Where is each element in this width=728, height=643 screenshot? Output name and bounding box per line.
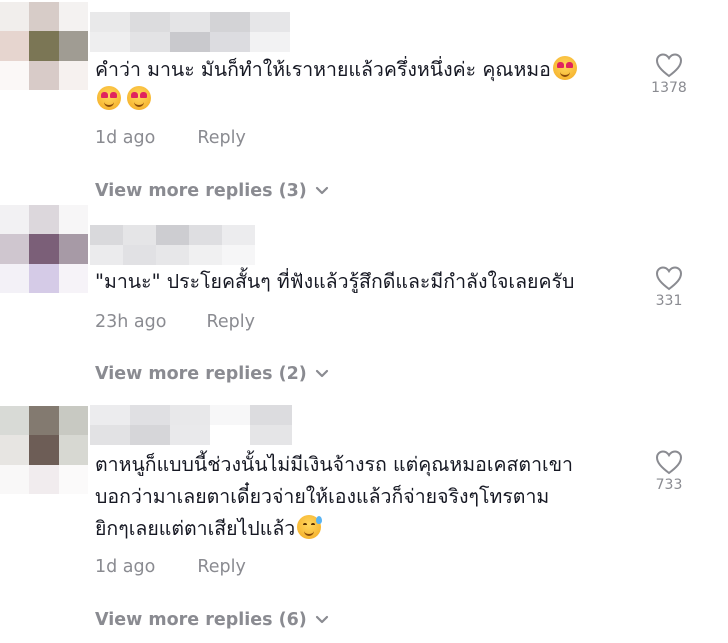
username-blurred[interactable] xyxy=(90,405,292,445)
comment-text-emoji-line xyxy=(95,84,151,116)
comment-text: "มานะ" ประโยคสั้นๆ ที่ฟังแล้วรู้สึกดีและ… xyxy=(95,270,575,293)
like-button[interactable]: 733 xyxy=(639,449,699,493)
comment-text: ยิกๆเลยแต่ตาเสียไปแล้ว xyxy=(95,513,323,545)
username-blurred[interactable] xyxy=(90,225,255,265)
timestamp: 1d ago xyxy=(95,557,156,577)
avatar[interactable] xyxy=(0,205,88,293)
comment-text: ตาหนูก็แบบนี้ช่วงนั้นไม่มีเงินจ้างรถ แต่… xyxy=(95,453,573,476)
heart-outline-icon xyxy=(655,53,683,78)
timestamp: 23h ago xyxy=(95,312,167,332)
smiling-face-with-heart-eyes-icon xyxy=(552,56,577,80)
timestamp: 1d ago xyxy=(95,128,156,148)
comment-meta: 23h ago Reply xyxy=(95,312,255,332)
smiling-face-with-sweat-icon xyxy=(297,515,323,539)
heart-outline-icon xyxy=(655,450,683,475)
comment-meta: 1d ago Reply xyxy=(95,128,246,148)
avatar[interactable] xyxy=(0,2,88,90)
smiling-face-with-heart-eyes-icon xyxy=(127,86,151,110)
view-more-replies-button[interactable]: View more replies (6) xyxy=(95,610,329,630)
avatar[interactable] xyxy=(0,406,88,494)
smiling-face-with-heart-eyes-icon xyxy=(97,86,121,110)
like-count: 1378 xyxy=(651,80,687,96)
reply-button[interactable]: Reply xyxy=(206,312,254,332)
view-more-replies-button[interactable]: View more replies (2) xyxy=(95,364,329,384)
username-blurred[interactable] xyxy=(90,12,290,52)
view-more-replies-button[interactable]: View more replies (3) xyxy=(95,181,329,201)
chevron-down-icon xyxy=(315,186,328,195)
reply-button[interactable]: Reply xyxy=(197,557,245,577)
heart-outline-icon xyxy=(655,266,683,291)
like-count: 733 xyxy=(655,477,683,493)
chevron-down-icon xyxy=(315,615,328,624)
chevron-down-icon xyxy=(315,369,328,378)
reply-button[interactable]: Reply xyxy=(197,128,245,148)
like-button[interactable]: 331 xyxy=(639,265,699,309)
comment-text: บอกว่ามาเลยตาเดี๋ยวจ่ายให้เองแล้วก็จ่ายจ… xyxy=(95,485,550,508)
comment-text: คำว่า มานะ มันก็ทำให้เราหายแล้วครึ่งหนึ่… xyxy=(95,54,577,86)
comment-meta: 1d ago Reply xyxy=(95,557,246,577)
like-button[interactable]: 1378 xyxy=(639,52,699,96)
like-count: 331 xyxy=(655,293,683,309)
